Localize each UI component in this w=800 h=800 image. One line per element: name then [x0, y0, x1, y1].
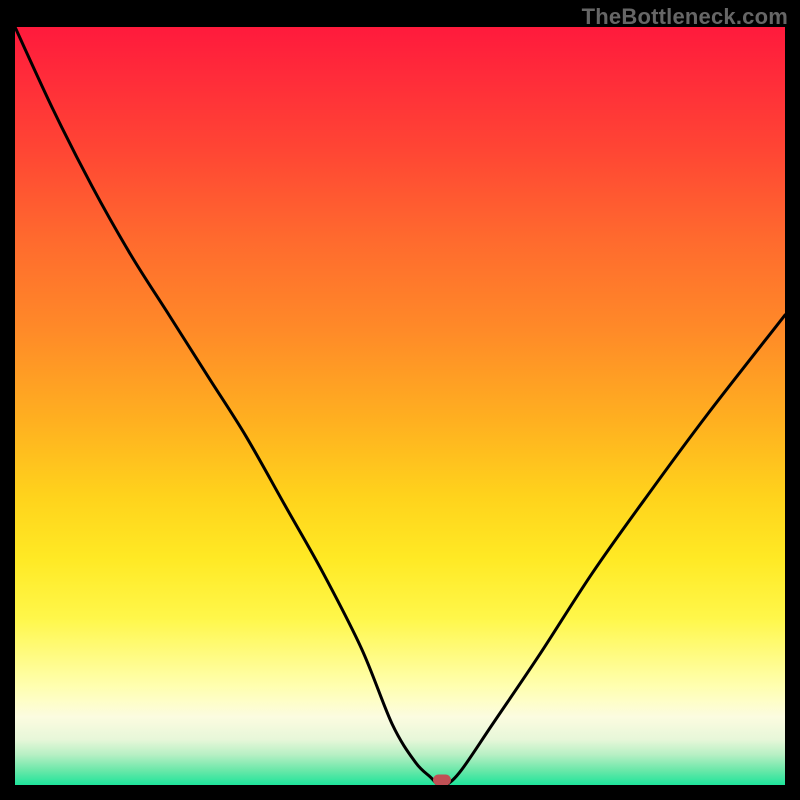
watermark-text: TheBottleneck.com — [582, 4, 788, 30]
curve-path — [15, 27, 785, 785]
minimum-marker — [433, 775, 451, 786]
bottleneck-curve — [15, 27, 785, 785]
chart-frame: TheBottleneck.com — [0, 0, 800, 800]
plot-area — [15, 27, 785, 785]
